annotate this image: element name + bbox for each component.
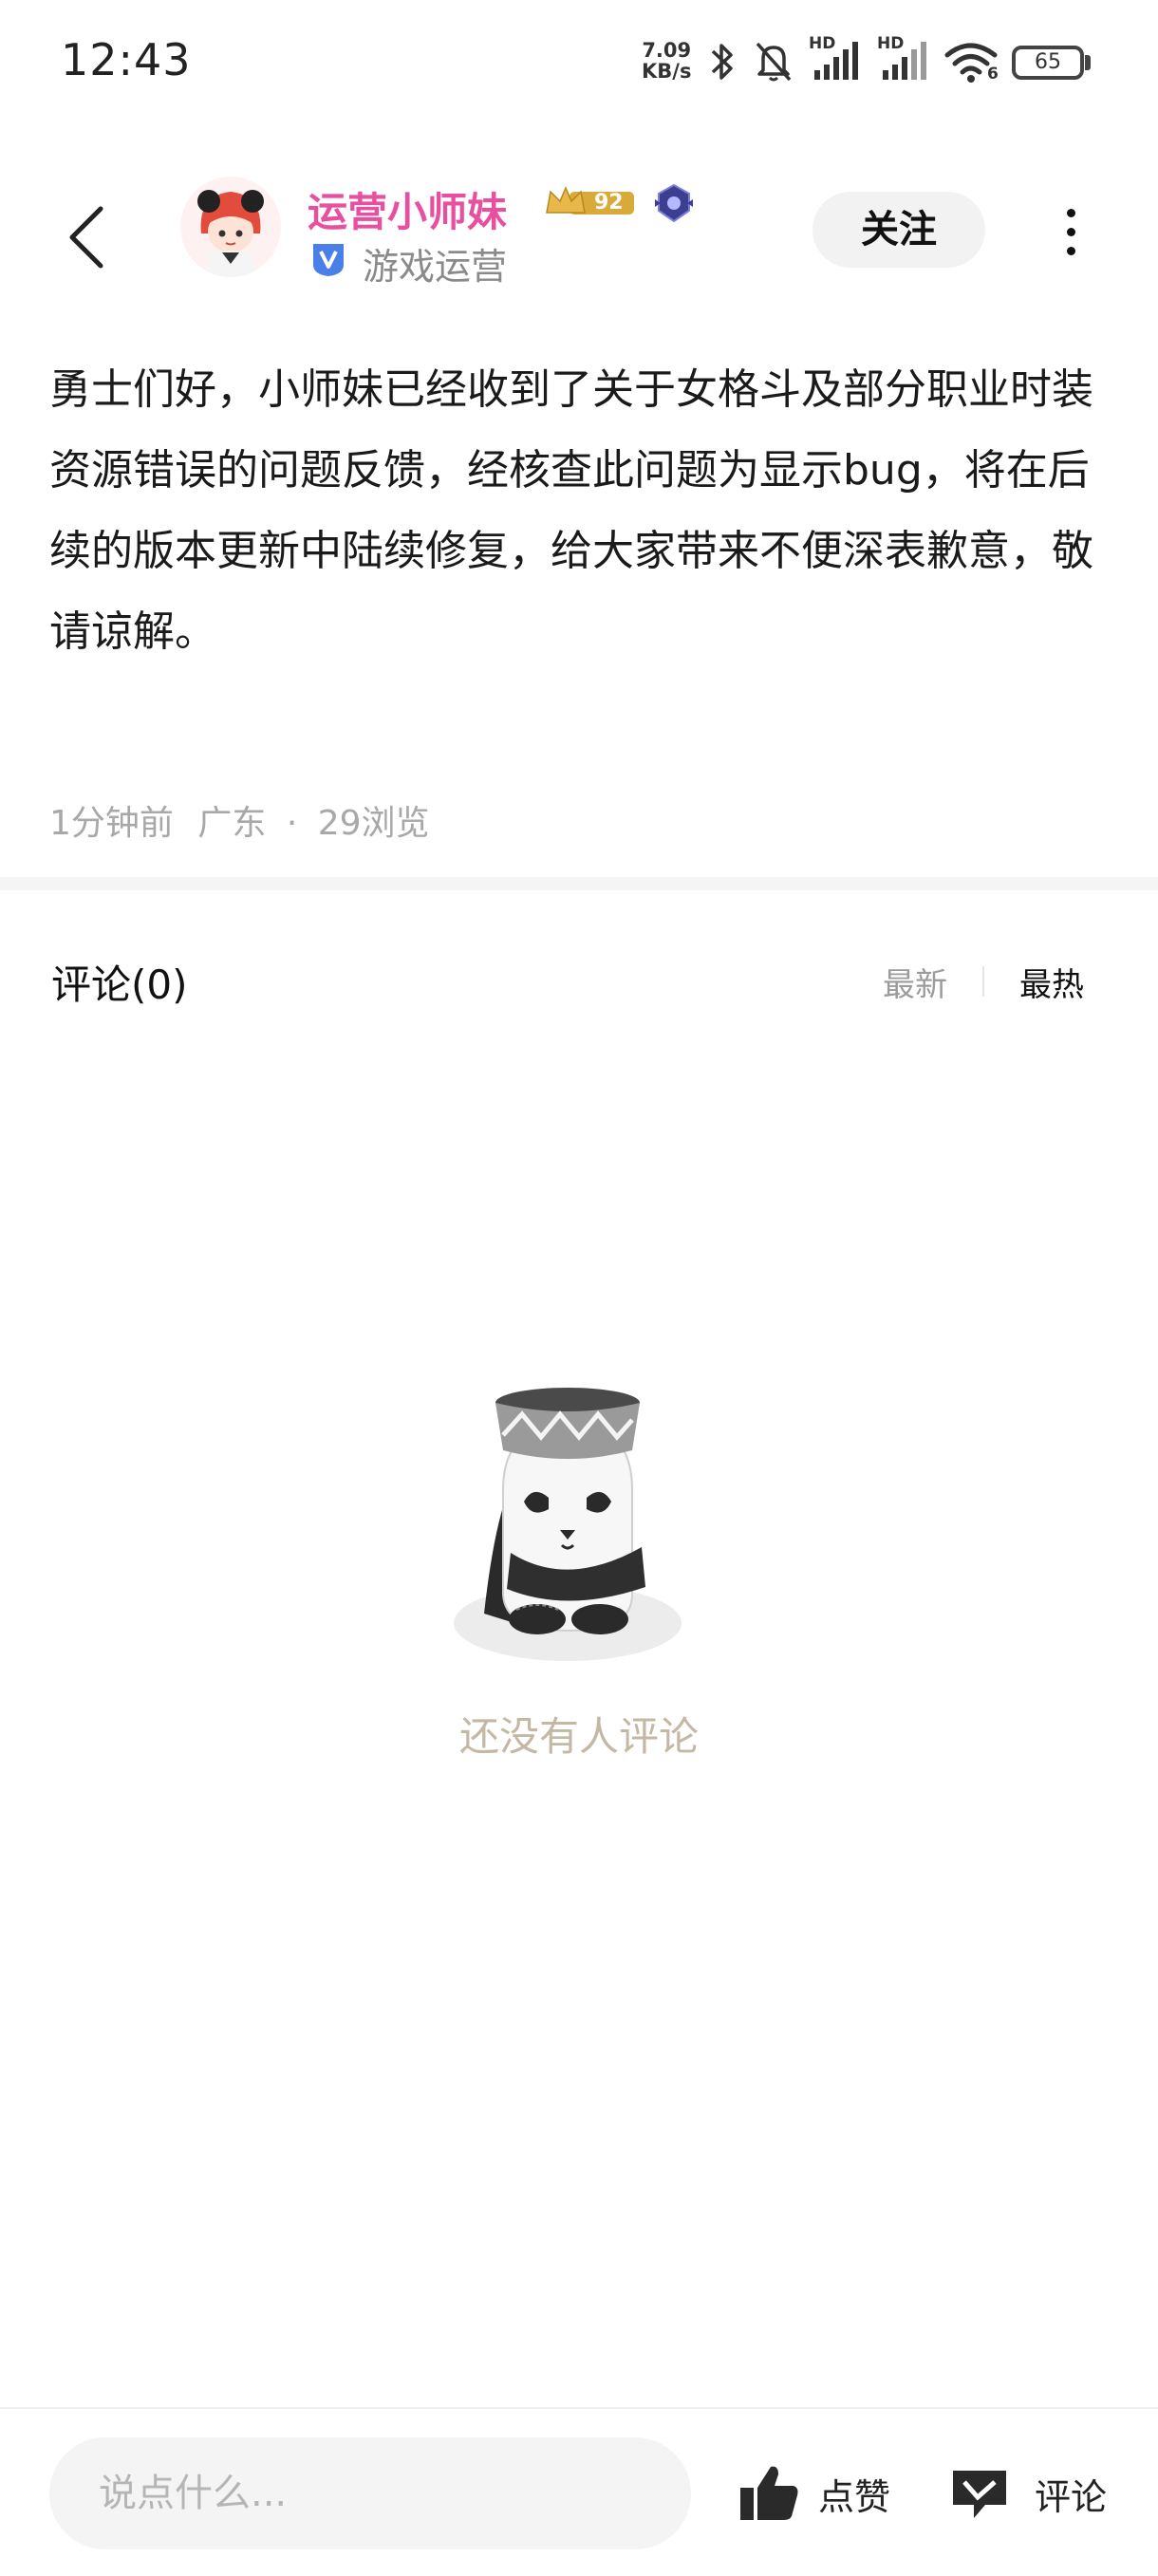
- more-dot-icon: [1067, 209, 1075, 217]
- signal-1-icon: HD: [809, 34, 864, 85]
- author-role: 游戏运营: [363, 246, 508, 288]
- signal-2-icon: HD: [877, 34, 932, 85]
- comment-label: 评论: [1035, 2475, 1108, 2518]
- post-location: 广东: [197, 804, 267, 843]
- status-bar: 12:43 7.09 KB/s HD HD 6 65: [0, 0, 1158, 123]
- mute-bell-icon: [756, 42, 792, 82]
- post-views: 29浏览: [317, 804, 430, 843]
- bluetooth-icon: [711, 44, 733, 80]
- author-name[interactable]: 运营小师妹: [308, 180, 507, 238]
- verified-v-icon: [313, 244, 344, 276]
- meta-separator: ·: [286, 804, 298, 843]
- thumbs-up-icon: [740, 2466, 798, 2520]
- battery-tip: [1085, 55, 1091, 70]
- more-options-button[interactable]: [1054, 203, 1088, 260]
- sort-hot-tab[interactable]: 最热: [1019, 959, 1084, 1005]
- like-label: 点赞: [818, 2475, 891, 2518]
- post-meta: 1分钟前 广东 · 29浏览: [49, 795, 430, 845]
- rank-emblem-icon: [655, 183, 693, 223]
- follow-button[interactable]: 关注: [812, 192, 985, 268]
- status-time: 12:43: [61, 34, 192, 85]
- back-button[interactable]: [57, 199, 114, 275]
- level-value: 92: [594, 191, 624, 215]
- section-divider: [0, 877, 1158, 890]
- comment-bubble-icon: [953, 2471, 1006, 2518]
- more-dot-icon: [1067, 228, 1075, 236]
- battery-indicator: 65: [1012, 46, 1084, 80]
- wifi-label: 6: [987, 65, 999, 84]
- bottom-action-bar: 点赞 评论: [0, 2407, 1158, 2576]
- empty-comments-text: 还没有人评论: [458, 1713, 699, 1760]
- comment-input[interactable]: [49, 2437, 691, 2549]
- empty-panda-illustration: [454, 1388, 682, 1661]
- level-badge: 92: [543, 184, 636, 222]
- post-body-text: 勇士们好，小师妹已经收到了关于女格斗及部分职业时装资源错误的问题反馈，经核查此问…: [49, 365, 1093, 656]
- post-time: 1分钟前: [49, 804, 174, 843]
- network-speed: 7.09 KB/s: [642, 40, 691, 82]
- post-header: 运营小师妹 92 游戏运营 关注: [0, 123, 1158, 342]
- comment-button[interactable]: 评论: [949, 2451, 1107, 2536]
- more-dot-icon: [1067, 247, 1075, 255]
- author-avatar[interactable]: [180, 177, 281, 277]
- comments-title: 评论(0): [51, 961, 188, 1008]
- sort-newest-tab[interactable]: 最新: [883, 959, 947, 1005]
- network-speed-unit: KB/s: [642, 60, 692, 83]
- like-button[interactable]: 点赞: [737, 2451, 890, 2536]
- wifi-icon: 6: [943, 38, 1000, 85]
- network-speed-value: 7.09: [642, 39, 692, 62]
- sort-divider: [982, 966, 984, 997]
